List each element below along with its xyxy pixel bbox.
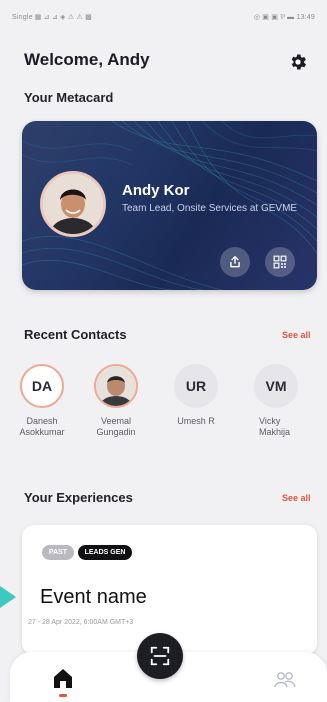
contact-item[interactable]: Veemal Gungadin — [84, 364, 148, 438]
metacard-role: Team Lead, Onsite Services at GEVME — [122, 203, 298, 214]
share-button[interactable] — [220, 247, 250, 277]
page-title: Welcome, Andy — [24, 50, 150, 69]
contact-avatar: VM — [254, 364, 298, 408]
qr-code-button[interactable] — [265, 247, 295, 277]
recent-contacts-list: DA Danesh Asokkumar Veemal Gungadin UR U… — [0, 364, 327, 474]
avatar — [40, 171, 106, 237]
share-icon — [230, 256, 240, 268]
home-icon[interactable] — [52, 666, 74, 692]
people-icon[interactable] — [272, 670, 298, 690]
contact-item[interactable]: UR Umesh R — [164, 364, 228, 427]
metacard-section-label: Your Metacard — [24, 90, 114, 105]
recent-contacts-label: Recent Contacts — [24, 327, 127, 342]
contact-name: Umesh R — [177, 416, 215, 426]
contact-name: Vicky Makhija — [259, 416, 291, 437]
contact-avatar: DA — [20, 364, 64, 408]
metacard-name: Andy Kor — [122, 182, 190, 199]
status-bar-right-text: ◎ ▣ ▣ ⅌ ▬ 13:49 — [253, 13, 315, 21]
status-bar: Single ▦ ⊿ ⊿ ◈ ⚠ ⚠ ▩ ◎ ▣ ▣ ⅌ ▬ 13:49 — [0, 0, 327, 34]
leads-gen-badge: LEADS GEN — [78, 545, 132, 560]
contact-avatar: UR — [174, 364, 218, 408]
contact-item[interactable]: DA Danesh Asokkumar — [10, 364, 74, 438]
scan-button[interactable] — [137, 633, 183, 679]
active-indicator — [59, 694, 67, 697]
event-name: Event name — [40, 586, 147, 608]
status-bar-left: Single ▦ ⊿ ⊿ ◈ ⚠ ⚠ ▩ — [12, 14, 92, 21]
header: Welcome, Andy — [0, 44, 327, 80]
recent-contacts-see-all[interactable]: See all — [282, 330, 311, 340]
qr-code-icon — [273, 255, 287, 269]
past-badge: PAST — [42, 545, 74, 560]
experiences-see-all[interactable]: See all — [282, 493, 311, 503]
contact-name: Veemal Gungadin — [96, 416, 136, 437]
scan-icon — [150, 646, 170, 666]
gear-icon[interactable] — [288, 52, 308, 72]
avatar-photo — [43, 174, 103, 234]
event-date: 27 - 28 Apr 2022, 6:00AM GMT+3 — [28, 619, 134, 626]
experiences-label: Your Experiences — [24, 490, 133, 505]
contact-item[interactable]: VM Vicky Makhija — [238, 364, 327, 438]
metacard[interactable]: Andy Kor Team Lead, Onsite Services at G… — [22, 121, 317, 290]
contact-avatar — [94, 364, 138, 408]
contact-photo — [96, 366, 136, 406]
status-bar-right: ◎ ▣ ▣ ⅌ ▬ 13:49 — [254, 13, 315, 22]
pointer-arrow-icon — [0, 586, 16, 608]
contact-name: Danesh Asokkumar — [19, 416, 65, 437]
